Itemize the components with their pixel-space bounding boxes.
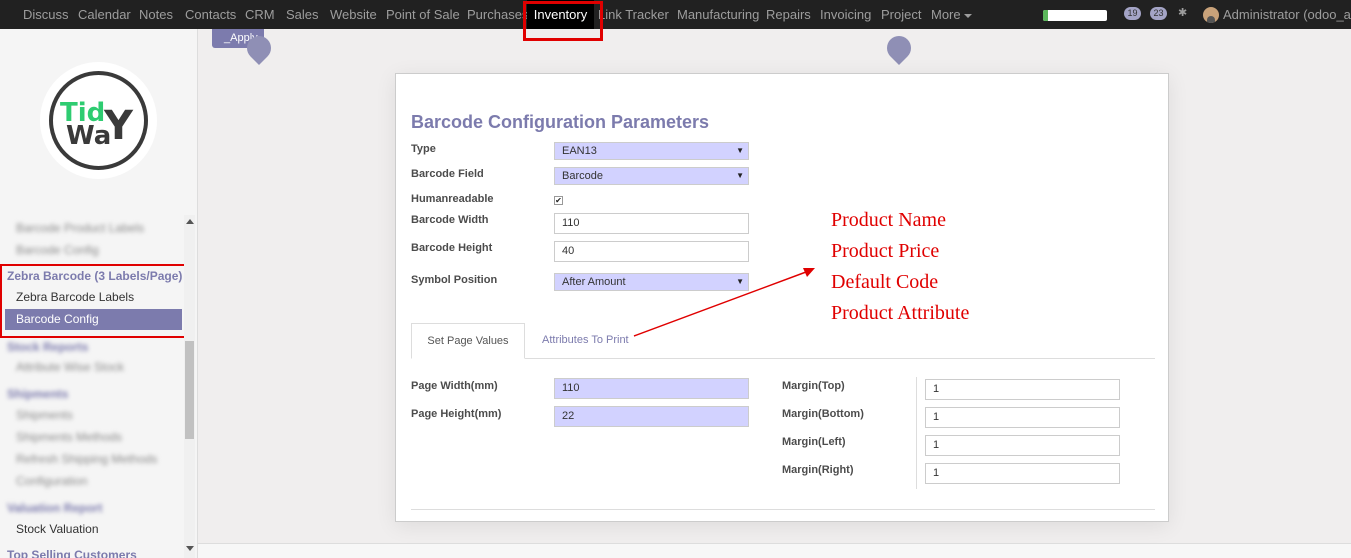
type-select[interactable]: EAN13 [554,142,749,160]
tour-marker-icon[interactable] [882,31,916,65]
menu-more[interactable]: More [931,0,972,29]
humanreadable-checkbox[interactable]: ✔ [554,196,563,205]
onboarding-progress-bar[interactable] [1043,10,1107,21]
main-horizontal-scrollbar[interactable] [198,543,1351,558]
avatar[interactable] [1203,7,1219,23]
sidebar-heading-shipments: Shipments [7,387,69,401]
sidebar-item-barcode-config-top[interactable]: Barcode Config [16,243,99,257]
barcode-width-input[interactable]: 110 [554,213,749,234]
menu-link-tracker[interactable]: Link Tracker [598,0,669,29]
sidebar-item-product-labels[interactable]: Barcode Product Labels [16,221,144,235]
menu-invoicing[interactable]: Invoicing [820,0,871,29]
margin-left-label: Margin(Left) [782,436,846,448]
menu-contacts[interactable]: Contacts [185,0,236,29]
margin-left-input[interactable]: 1 [925,435,1120,456]
menu-discuss[interactable]: Discuss [23,0,69,29]
logo-mark: Y [104,103,133,149]
menu-notes[interactable]: Notes [139,0,173,29]
sidebar-item-label: Barcode Config [16,312,99,326]
menu-purchases[interactable]: Purchases [467,0,528,29]
company-logo: Tid Wa Y [40,62,157,179]
symbol-position-label: Symbol Position [411,274,498,286]
sidebar-heading-stock-reports: Stock Reports [7,340,89,354]
messages-badge[interactable]: 19 [1124,7,1141,20]
menu-manufacturing[interactable]: Manufacturing [677,0,759,29]
sidebar-item-zebra-labels[interactable]: Zebra Barcode Labels [16,290,134,304]
menu-repairs[interactable]: Repairs [766,0,811,29]
menu-website[interactable]: Website [330,0,377,29]
sidebar-item-shipments[interactable]: Shipments [16,408,73,422]
form-bottom-divider [411,509,1155,510]
tab-attributes-to-print[interactable]: Attributes To Print [542,334,629,346]
sidebar-item-configuration[interactable]: Configuration [16,474,87,488]
sidebar-scroll-thumb[interactable] [185,341,194,439]
sidebar-item-stock-valuation[interactable]: Stock Valuation [16,522,99,536]
barcode-width-label: Barcode Width [411,214,489,226]
sidebar-item-zebra-config[interactable]: Barcode Config [5,309,182,330]
page-width-input[interactable]: 110 [554,378,749,399]
annotation-product-attribute: Product Attribute [831,302,970,324]
symbol-position-select[interactable]: After Amount [554,273,749,291]
page-height-input[interactable]: 22 [554,406,749,427]
activities-badge[interactable]: 23 [1150,7,1167,20]
margin-right-label: Margin(Right) [782,464,854,476]
barcode-field-select[interactable]: Barcode [554,167,749,185]
sidebar-heading-top-selling: Top Selling Customers [7,548,137,558]
menu-more-label: More [931,7,961,22]
margin-top-input[interactable]: 1 [925,379,1120,400]
user-menu[interactable]: Administrator (odoo_ap... [1223,0,1351,29]
menu-crm[interactable]: CRM [245,0,275,29]
type-label: Type [411,143,436,155]
margin-right-input[interactable]: 1 [925,463,1120,484]
scroll-down-icon[interactable] [186,546,194,551]
page-height-label: Page Height(mm) [411,408,502,420]
sidebar-item-shipments-methods[interactable]: Shipments Methods [16,430,122,444]
sidebar-item-refresh-shipping[interactable]: Refresh Shipping Methods [16,452,157,466]
menu-point-of-sale[interactable]: Point of Sale [386,0,460,29]
menu-inventory[interactable]: Inventory [527,0,594,29]
menu-calendar[interactable]: Calendar [78,0,131,29]
margin-bottom-label: Margin(Bottom) [782,408,864,420]
page-width-label: Page Width(mm) [411,380,498,392]
menu-project[interactable]: Project [881,0,921,29]
form-sheet: Barcode Configuration Parameters Type EA… [395,73,1169,522]
sidebar-heading-zebra: Zebra Barcode (3 Labels/Page) [7,269,183,283]
margin-bottom-input[interactable]: 1 [925,407,1120,428]
barcode-height-input[interactable]: 40 [554,241,749,262]
menu-sales[interactable]: Sales [286,0,319,29]
sidebar: Tid Wa Y Barcode Product Labels Barcode … [0,29,198,558]
margin-top-label: Margin(Top) [782,380,845,392]
barcode-height-label: Barcode Height [411,242,493,254]
top-navbar: Discuss Calendar Notes Contacts CRM Sale… [0,0,1351,29]
form-title: Barcode Configuration Parameters [411,112,710,132]
sidebar-item-attribute-stock[interactable]: Attribute Wise Stock [16,360,124,374]
chevron-down-icon [963,13,972,18]
sidebar-heading-valuation: Valuation Report [7,501,103,515]
scroll-up-icon[interactable] [186,219,194,224]
annotation-product-name: Product Name [831,209,946,231]
progress-fill [1043,10,1049,21]
bug-icon[interactable]: ✱ [1178,6,1187,20]
humanreadable-label: Humanreadable [411,193,494,205]
annotation-default-code: Default Code [831,271,939,293]
annotation-product-price: Product Price [831,240,940,262]
tab-set-page-values[interactable]: Set Page Values [411,323,525,359]
column-divider [916,377,917,489]
barcode-field-label: Barcode Field [411,168,484,180]
